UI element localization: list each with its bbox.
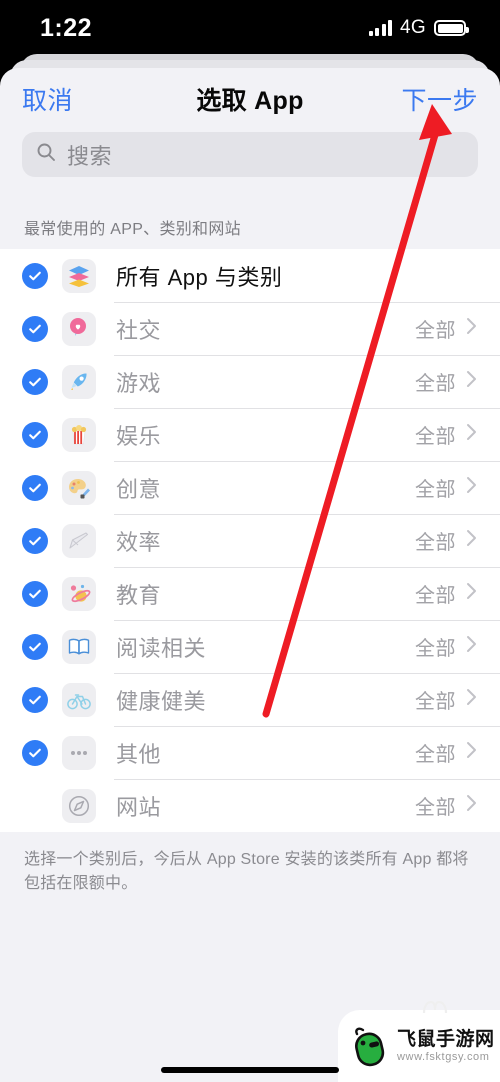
chevron-right-icon[interactable] [466, 740, 478, 765]
checkmark-icon[interactable] [22, 739, 48, 766]
sheet-navbar: 取消 选取 App 下一步 [0, 68, 500, 130]
category-label: 社交 [116, 317, 162, 343]
chevron-right-icon[interactable] [466, 634, 478, 659]
category-list: 所有 App 与类别 社交 全部 游戏 全部 娱乐 全部 创意 全部 效率 全部… [0, 249, 500, 832]
search-field[interactable]: 搜索 [22, 132, 478, 177]
planet-icon [62, 576, 96, 611]
cancel-button[interactable]: 取消 [22, 81, 73, 117]
category-value: 全部 [415, 691, 456, 713]
chevron-right-icon[interactable] [466, 422, 478, 447]
popcorn-icon [62, 417, 96, 452]
chevron-right-icon[interactable] [466, 528, 478, 553]
checkmark-icon[interactable] [22, 474, 48, 501]
watermark-name: 飞鼠手游网 [397, 1028, 495, 1050]
category-label: 效率 [116, 529, 162, 555]
network-type-label: 4G [400, 17, 426, 38]
category-label: 健康健美 [116, 688, 207, 714]
choose-app-sheet: 取消 选取 App 下一步 搜索 最常使用的 APP、类别和网站 所有 App … [0, 68, 500, 1082]
checkmark-icon[interactable] [22, 315, 48, 342]
watermark-url: www.fsktgsy.com [397, 1050, 490, 1063]
checkmark-icon[interactable] [22, 421, 48, 448]
open-book-icon [62, 629, 96, 664]
search-icon [36, 142, 56, 167]
chevron-right-icon[interactable] [466, 687, 478, 712]
checkmark-icon[interactable] [22, 686, 48, 713]
battery-icon [434, 20, 469, 36]
category-value: 全部 [415, 320, 456, 342]
compass-icon [62, 788, 96, 823]
category-label: 阅读相关 [116, 635, 207, 661]
category-label: 其他 [116, 741, 162, 767]
palette-icon [62, 470, 96, 505]
category-label: 教育 [116, 582, 162, 608]
category-value: 全部 [415, 638, 456, 660]
chevron-right-icon[interactable] [466, 316, 478, 341]
layers-stack-icon [62, 258, 96, 293]
status-time: 1:22 [40, 13, 93, 42]
footnote-text: 选择一个类别后，今后从 App Store 安装的该类所有 App 都将包括在限… [24, 851, 469, 892]
category-value: 全部 [415, 479, 456, 501]
category-label: 所有 App 与类别 [116, 264, 283, 290]
search-placeholder: 搜索 [67, 143, 113, 169]
category-row[interactable]: 娱乐 全部 [0, 408, 500, 461]
next-step-button[interactable]: 下一步 [401, 81, 478, 117]
green-mouse-icon [355, 1027, 385, 1067]
category-label: 游戏 [116, 370, 162, 396]
category-row[interactable]: 效率 全部 [0, 514, 500, 567]
status-indicators: 4G [368, 17, 469, 39]
checkmark-icon[interactable] [22, 580, 48, 607]
watermark-ears-icon [422, 1001, 448, 1013]
checkmark-icon[interactable] [22, 633, 48, 660]
phone-screen: 1:22 4G 取消 选取 App 下一步 搜索 最常使用的 APP、类别和网站… [0, 0, 500, 1082]
category-row[interactable]: 社交 全部 [0, 302, 500, 355]
site-watermark: 飞鼠手游网 www.fsktgsy.com [338, 1001, 500, 1082]
bicycle-icon [62, 682, 96, 717]
category-label: 娱乐 [116, 423, 162, 449]
rocket-icon [62, 364, 96, 399]
category-value: 全部 [415, 532, 456, 554]
checkmark-icon[interactable] [22, 262, 48, 289]
category-label: 创意 [116, 476, 162, 502]
category-label: 网站 [116, 794, 162, 820]
chevron-right-icon[interactable] [466, 369, 478, 394]
category-row[interactable]: 其他 全部 [0, 726, 500, 779]
category-row[interactable]: 创意 全部 [0, 461, 500, 514]
home-indicator[interactable] [161, 1067, 339, 1073]
chat-heart-icon [62, 311, 96, 346]
category-value: 全部 [415, 373, 456, 395]
category-row[interactable]: 教育 全部 [0, 567, 500, 620]
category-row[interactable]: 健康健美 全部 [0, 673, 500, 726]
category-row[interactable]: 网站 全部 [0, 779, 500, 832]
category-value: 全部 [415, 585, 456, 607]
pen-check-icon [62, 523, 96, 558]
category-row[interactable]: 阅读相关 全部 [0, 620, 500, 673]
chevron-right-icon[interactable] [466, 475, 478, 500]
unchecked-circle-icon[interactable] [22, 793, 48, 819]
search-container: 搜索 [0, 130, 500, 177]
category-value: 全部 [415, 797, 456, 819]
status-bar: 1:22 4G [0, 0, 500, 56]
category-value: 全部 [415, 744, 456, 766]
signal-bars-icon [368, 20, 393, 36]
chevron-right-icon[interactable] [466, 793, 478, 818]
category-value: 全部 [415, 426, 456, 448]
chevron-right-icon[interactable] [466, 581, 478, 606]
category-row[interactable]: 所有 App 与类别 [0, 249, 500, 302]
category-row[interactable]: 游戏 全部 [0, 355, 500, 408]
ellipsis-icon [62, 735, 96, 770]
checkmark-icon[interactable] [22, 527, 48, 554]
checkmark-icon[interactable] [22, 368, 48, 395]
section-header: 最常使用的 APP、类别和网站 [24, 221, 241, 238]
